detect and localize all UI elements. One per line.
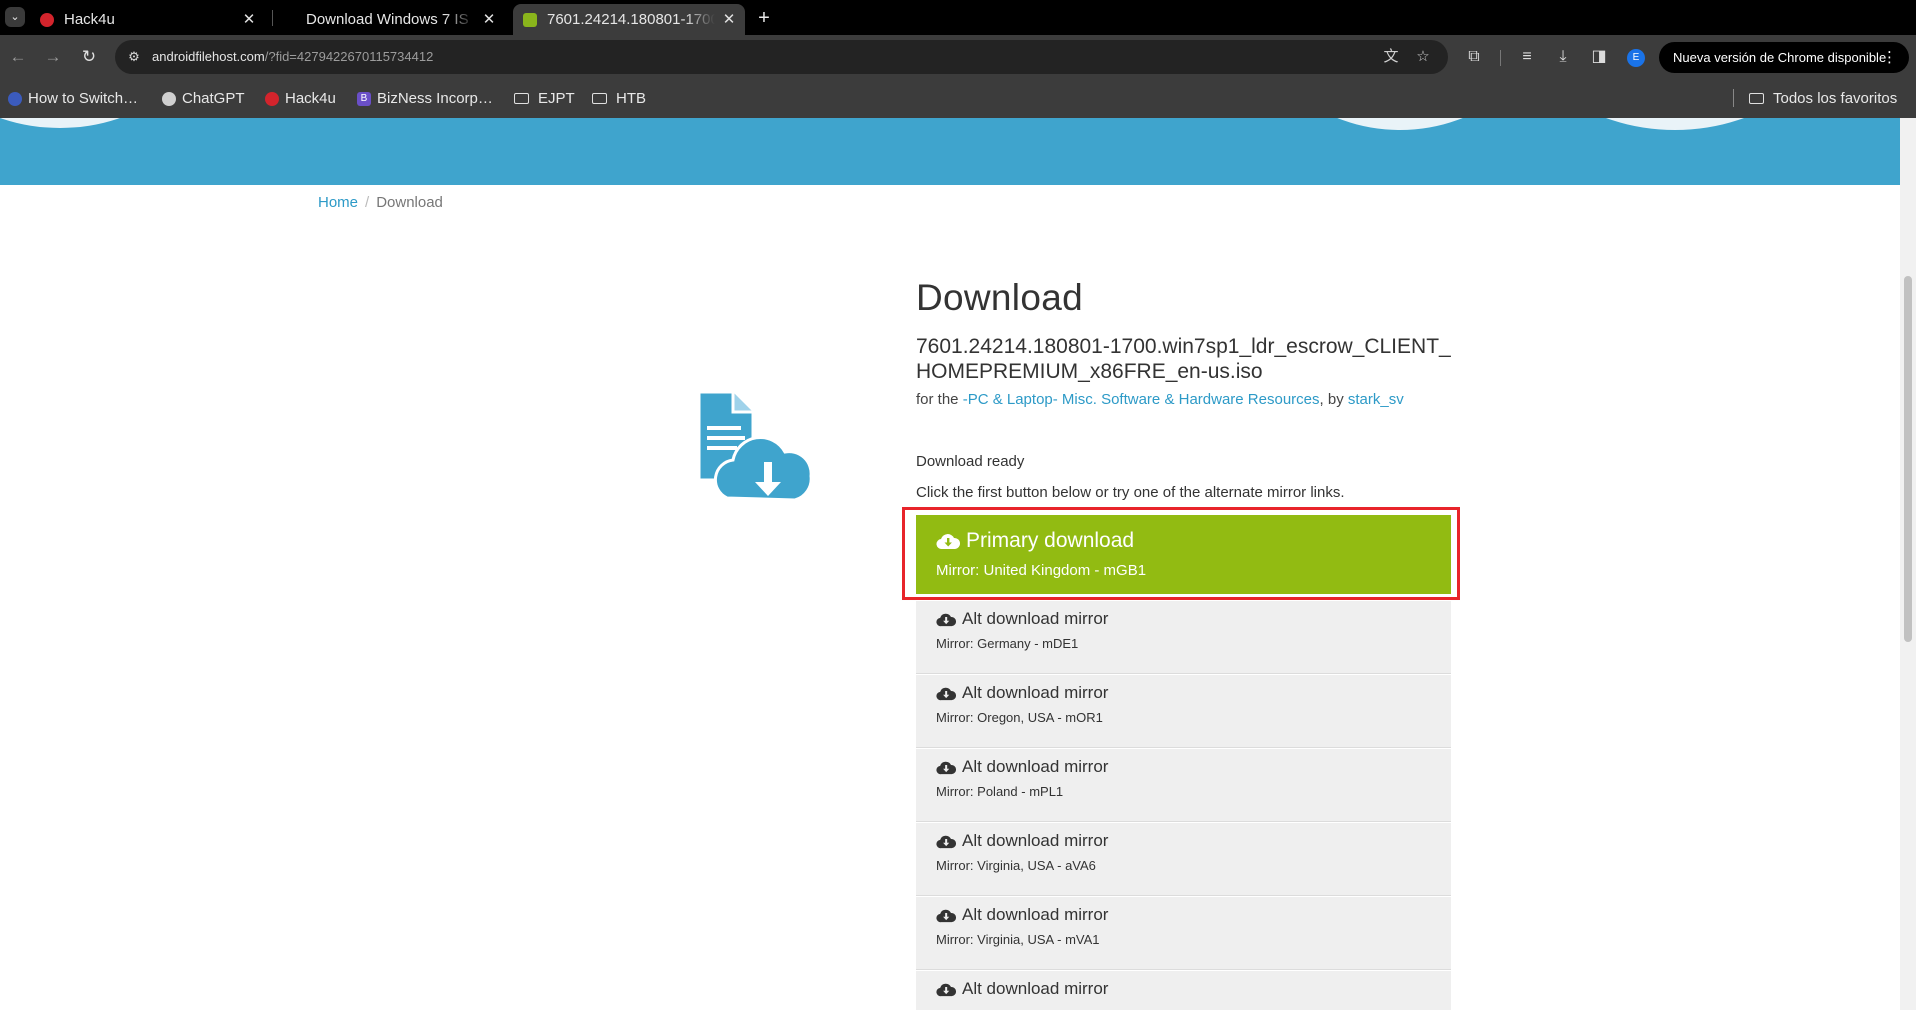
tab-download-windows-7[interactable]: Download Windows 7 IS ✕ (280, 4, 505, 35)
bookmark-chatgpt[interactable]: ChatGPT (162, 89, 245, 109)
alt-download-mirror-button[interactable]: Alt download mirror Mirror: Virginia, US… (916, 897, 1451, 970)
breadcrumb-current: Download (376, 194, 443, 211)
androidfilehost-favicon-icon (523, 13, 537, 27)
site-info-icon[interactable]: ⚙ (125, 48, 143, 66)
cloud-download-icon (936, 687, 956, 701)
globe-icon (8, 92, 22, 106)
forward-icon[interactable]: → (41, 45, 65, 69)
chatgpt-icon (162, 92, 176, 106)
side-panel-icon[interactable]: ◨ (1588, 46, 1610, 68)
cloud-download-icon (936, 909, 956, 923)
tab-hack4u[interactable]: Hack4u ✕ (30, 4, 265, 35)
chrome-update-button[interactable]: Nueva versión de Chrome disponible ⋮ (1659, 42, 1909, 73)
folder-icon (592, 93, 607, 104)
downloads-icon[interactable]: ⤓ (1552, 46, 1574, 68)
category-link[interactable]: -PC & Laptop- Misc. Software & Hardware … (963, 391, 1320, 408)
bookmark-hack4u[interactable]: Hack4u (265, 89, 336, 109)
page-title: Download (916, 277, 1083, 318)
back-icon[interactable]: ← (6, 45, 30, 69)
translate-icon[interactable]: 文 (1381, 47, 1401, 67)
file-name: 7601.24214.180801-1700.win7sp1_ldr_escro… (916, 335, 1451, 383)
tab-strip: ⌄ Hack4u ✕ Download Windows 7 IS ✕ 7601.… (0, 0, 1916, 35)
page-viewport: Home / Download Download 7601.24214.180801… (0, 118, 1900, 1010)
url-text[interactable]: androidfilehost.com/?fid=427942267011573… (152, 40, 433, 74)
tab-search-button[interactable]: ⌄ (5, 7, 25, 27)
bookmark-folder-htb[interactable]: HTB (592, 89, 646, 109)
close-tab-icon[interactable]: ✕ (241, 4, 257, 35)
alt-download-mirror-button[interactable]: Alt download mirror Mirror: Virginia, US… (916, 823, 1451, 896)
download-hint: Click the first button below or try one … (916, 484, 1345, 501)
bookmark-bizness[interactable]: B BizNess Incorp… (357, 89, 493, 109)
file-download-icon (697, 390, 813, 502)
media-controls-icon[interactable]: ≡ (1516, 46, 1538, 68)
cloud-download-icon (936, 761, 956, 775)
bookmark-star-icon[interactable]: ☆ (1413, 47, 1433, 67)
browser-toolbar: ← → ↻ ⚙ androidfilehost.com/?fid=4279422… (0, 35, 1916, 80)
breadcrumb-home-link[interactable]: Home (318, 194, 358, 211)
alt-download-mirror-button[interactable]: Alt download mirror Mirror: Germany - mD… (916, 601, 1451, 674)
extensions-icon[interactable]: ⧉ (1463, 46, 1485, 68)
folder-icon (514, 93, 529, 104)
breadcrumb: Home / Download (318, 194, 443, 211)
cloud-download-icon (936, 534, 960, 550)
close-tab-icon[interactable]: ✕ (481, 4, 497, 35)
menu-kebab-icon[interactable]: ⋮ (1882, 42, 1897, 73)
alt-download-mirror-button[interactable]: Alt download mirror Mirror: Poland - mPL… (916, 749, 1451, 822)
file-source-line: for the -PC & Laptop- Misc. Software & H… (916, 391, 1404, 408)
all-bookmarks-folder[interactable]: Todos los favoritos (1749, 89, 1897, 109)
primary-download-button[interactable]: Primary download Mirror: United Kingdom … (916, 515, 1451, 594)
cloud-download-icon (936, 835, 956, 849)
hack4u-favicon-icon (40, 13, 54, 27)
bookmarks-bar: How to Switch… ChatGPT Hack4u B BizNess … (0, 80, 1916, 118)
alt-download-mirror-button[interactable]: Alt download mirror (916, 971, 1451, 1010)
profile-avatar[interactable]: E (1627, 49, 1645, 67)
new-tab-button[interactable]: + (754, 4, 774, 32)
hack4u-icon (265, 92, 279, 106)
page-scrollbar[interactable] (1900, 118, 1916, 1010)
scrollbar-thumb[interactable] (1904, 276, 1912, 642)
author-link[interactable]: stark_sv (1348, 391, 1404, 408)
download-info: Download 7601.24214.180801-1700.win7sp1_… (916, 276, 1456, 408)
address-bar[interactable]: ⚙ androidfilehost.com/?fid=4279422670115… (115, 40, 1448, 74)
tab-active-file[interactable]: 7601.24214.180801-1700 ✕ (513, 4, 745, 35)
reload-icon[interactable]: ↻ (77, 45, 101, 69)
b-icon: B (357, 92, 371, 106)
cloud-download-icon (936, 983, 956, 997)
folder-icon (1749, 93, 1764, 104)
cloud-download-icon (936, 613, 956, 627)
header-banner (0, 118, 1900, 185)
alt-download-mirror-button[interactable]: Alt download mirror Mirror: Oregon, USA … (916, 675, 1451, 748)
bookmark-folder-ejpt[interactable]: EJPT (514, 89, 575, 109)
download-status: Download ready (916, 453, 1025, 470)
close-tab-icon[interactable]: ✕ (721, 4, 737, 35)
bookmark-how-to-switch[interactable]: How to Switch… (8, 89, 138, 109)
